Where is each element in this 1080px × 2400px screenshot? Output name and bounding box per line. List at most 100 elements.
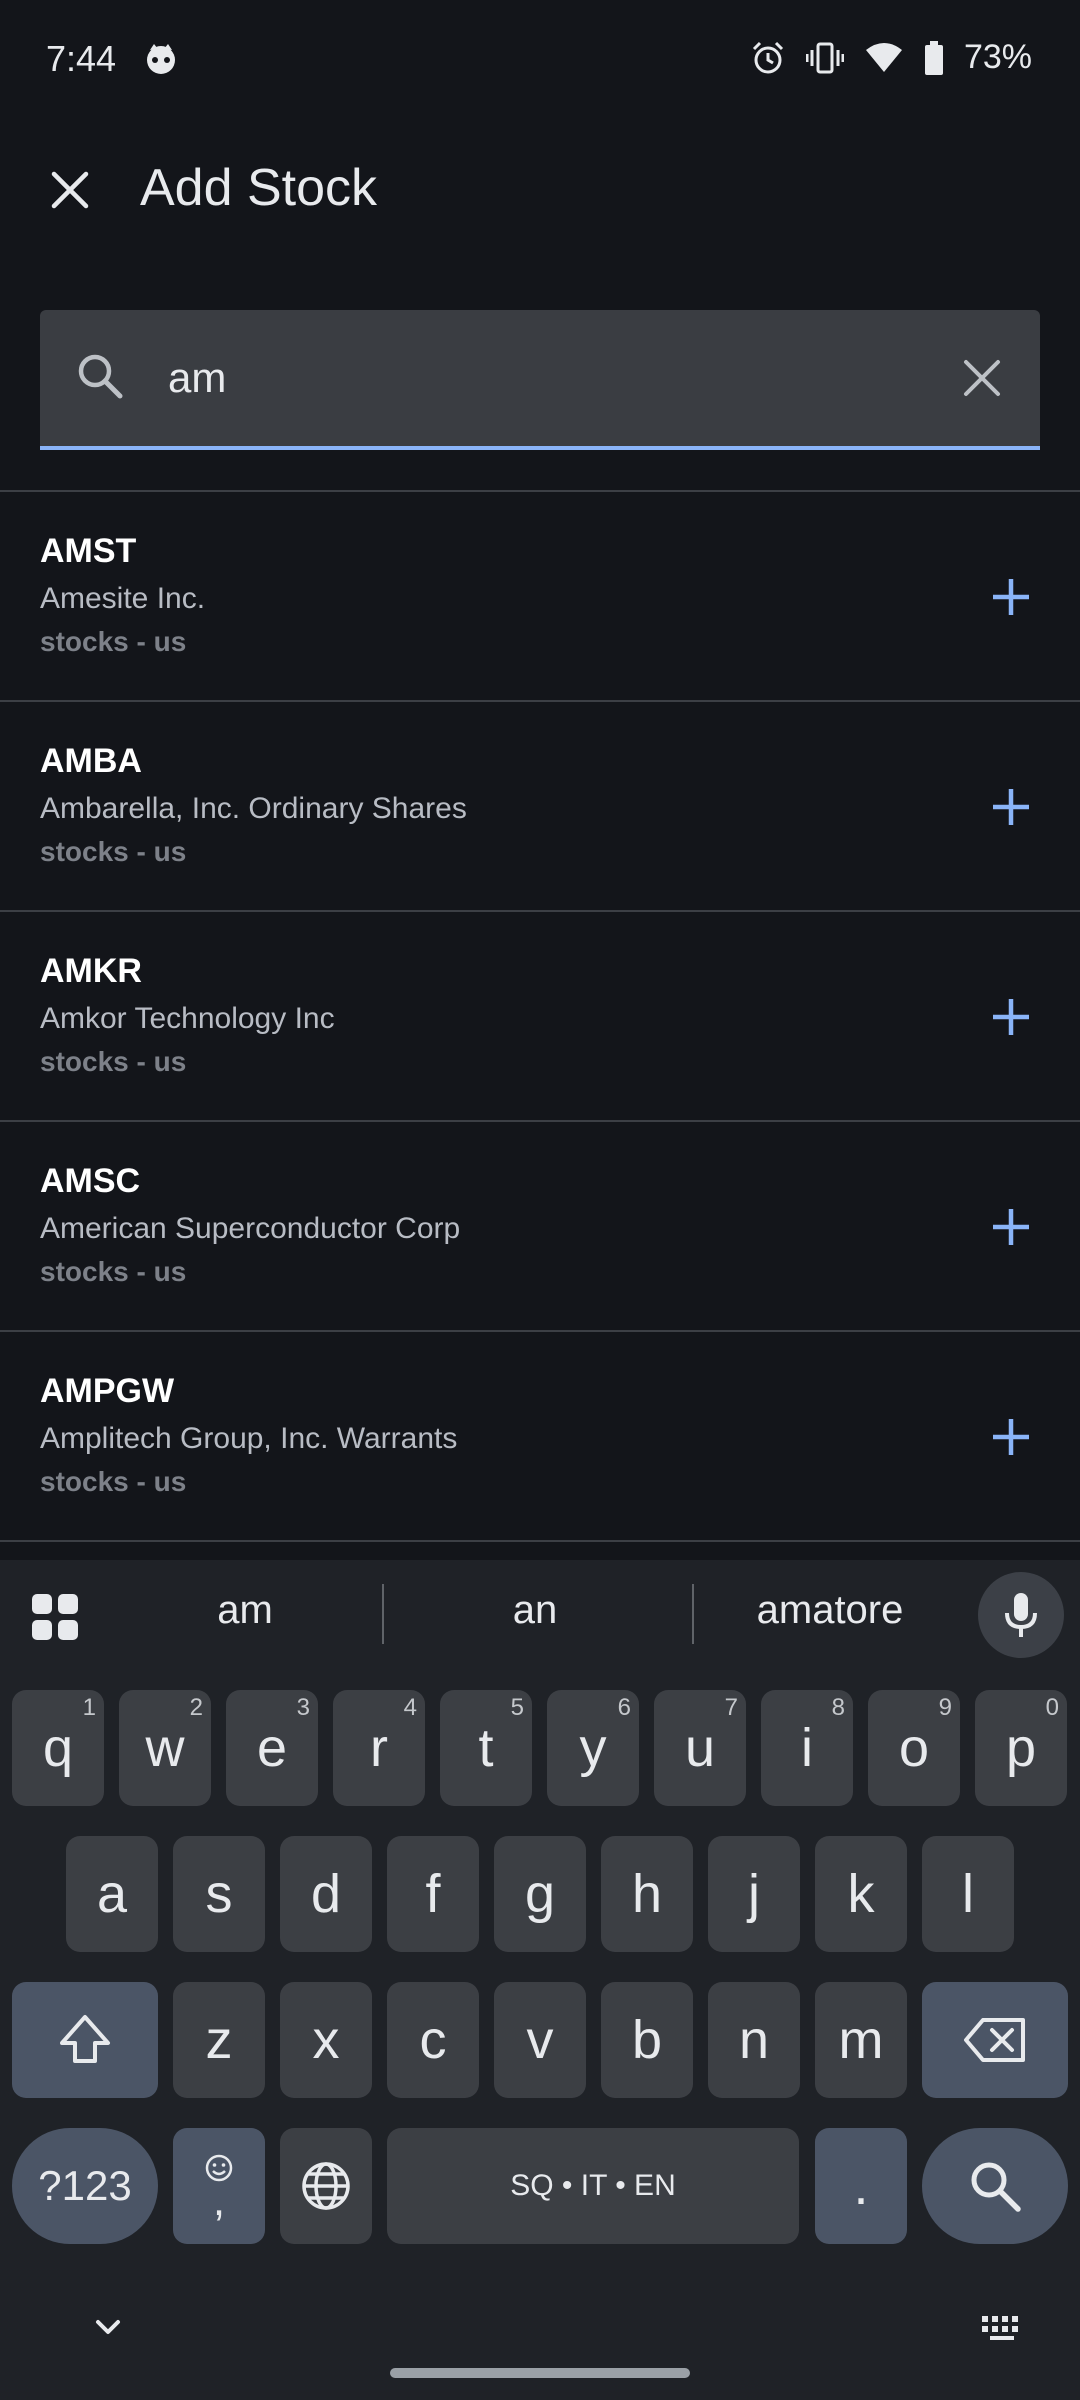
divider — [692, 1584, 694, 1644]
home-indicator[interactable] — [390, 2368, 690, 2378]
add-stock-button[interactable] — [978, 564, 1044, 630]
list-item[interactable]: AMST Amesite Inc. stocks - us — [0, 492, 1080, 702]
market-label: stocks - us — [40, 1046, 187, 1077]
ticker-symbol: AMSC — [40, 1162, 141, 1200]
list-item[interactable]: AMPGW Amplitech Group, Inc. Warrants sto… — [0, 1332, 1080, 1542]
key-n[interactable]: n — [708, 1982, 800, 2098]
company-name: Amplitech Group, Inc. Warrants — [40, 1422, 458, 1455]
company-name: American Superconductor Corp — [40, 1212, 461, 1245]
key-s[interactable]: s — [173, 1836, 265, 1952]
key-v[interactable]: v — [494, 1982, 586, 2098]
shift-key[interactable] — [12, 1982, 158, 2098]
keyboard-apps-icon[interactable] — [30, 1592, 80, 1647]
keyboard-nav-bar — [0, 2300, 1080, 2400]
add-stock-button[interactable] — [978, 774, 1044, 840]
status-time: 7:44 — [46, 38, 117, 79]
screen: 7:44 73% Add Stock am AMST Amesite Inc. … — [0, 0, 1080, 2400]
key-w[interactable]: w2 — [119, 1690, 211, 1806]
notification-cat-icon — [144, 42, 178, 76]
key-f[interactable]: f — [387, 1836, 479, 1952]
suggestion-3[interactable]: amatore — [720, 1588, 940, 1633]
key-r[interactable]: r4 — [333, 1690, 425, 1806]
key-a[interactable]: a — [66, 1836, 158, 1952]
globe-icon — [302, 2162, 350, 2210]
close-icon — [51, 171, 89, 209]
plus-icon — [993, 999, 1029, 1035]
market-label: stocks - us — [40, 836, 187, 867]
key-z[interactable]: z — [173, 1982, 265, 2098]
ticker-symbol: AMBA — [40, 742, 142, 780]
backspace-icon — [964, 2018, 1025, 2062]
key-e[interactable]: e3 — [226, 1690, 318, 1806]
key-c[interactable]: c — [387, 1982, 479, 2098]
market-label: stocks - us — [40, 1466, 187, 1497]
space-key[interactable]: SQ • IT • EN — [387, 2128, 799, 2244]
suggestion-2[interactable]: an — [440, 1588, 630, 1633]
key-x[interactable]: x — [280, 1982, 372, 2098]
period-key[interactable]: . — [815, 2128, 907, 2244]
key-j[interactable]: j — [708, 1836, 800, 1952]
key-p[interactable]: p0 — [975, 1690, 1067, 1806]
key-q[interactable]: q1 — [12, 1690, 104, 1806]
company-name: Amesite Inc. — [40, 582, 206, 615]
company-name: Amkor Technology Inc — [40, 1002, 335, 1035]
switch-keyboard-button[interactable] — [980, 2308, 1024, 2353]
vibrate-icon — [805, 40, 844, 76]
voice-input-button[interactable] — [978, 1572, 1064, 1658]
ticker-symbol: AMPGW — [40, 1372, 175, 1410]
status-bar: 7:44 73% — [0, 0, 1080, 120]
key-l[interactable]: l — [922, 1836, 1014, 1952]
key-t[interactable]: t5 — [440, 1690, 532, 1806]
key-h[interactable]: h — [601, 1836, 693, 1952]
page-title: Add Stock — [140, 159, 378, 217]
key-y[interactable]: y6 — [547, 1690, 639, 1806]
add-stock-button[interactable] — [978, 1194, 1044, 1260]
list-item[interactable]: AMKR Amkor Technology Inc stocks - us — [0, 912, 1080, 1122]
status-icons: 73% — [750, 38, 1032, 77]
emoji-comma-key[interactable]: , — [173, 2128, 265, 2244]
battery-icon — [924, 40, 944, 76]
key-m[interactable]: m — [815, 1982, 907, 2098]
list-item[interactable]: AMSC American Superconductor Corp stocks… — [0, 1122, 1080, 1332]
language-key[interactable] — [280, 2128, 372, 2244]
suggestion-1[interactable]: am — [150, 1588, 340, 1633]
plus-icon — [993, 1209, 1029, 1245]
add-stock-button[interactable] — [978, 1404, 1044, 1470]
key-b[interactable]: b — [601, 1982, 693, 2098]
list-item[interactable]: AMBA Ambarella, Inc. Ordinary Shares sto… — [0, 702, 1080, 912]
alarm-icon — [750, 40, 786, 76]
microphone-icon — [1005, 1593, 1037, 1637]
wifi-icon — [864, 40, 904, 76]
market-label: stocks - us — [40, 626, 187, 657]
results-list: AMST Amesite Inc. stocks - us AMBA Ambar… — [0, 492, 1080, 1542]
ticker-symbol: AMKR — [40, 952, 142, 990]
plus-icon — [993, 1419, 1029, 1455]
suggestion-bar: am an amatore — [0, 1560, 1080, 1670]
battery-percent: 73% — [963, 38, 1032, 76]
key-u[interactable]: u7 — [654, 1690, 746, 1806]
shift-icon — [60, 2015, 110, 2063]
key-g[interactable]: g — [494, 1836, 586, 1952]
key-o[interactable]: o9 — [868, 1690, 960, 1806]
divider — [382, 1584, 384, 1644]
backspace-key[interactable] — [922, 1982, 1068, 2098]
symbols-key[interactable]: ?123 — [12, 2128, 158, 2244]
search-icon — [971, 2162, 1021, 2212]
company-name: Ambarella, Inc. Ordinary Shares — [40, 792, 467, 825]
search-action-key[interactable] — [922, 2128, 1068, 2244]
hide-keyboard-button[interactable] — [88, 2308, 128, 2353]
key-d[interactable]: d — [280, 1836, 372, 1952]
chevron-down-icon — [96, 2320, 120, 2334]
search-input[interactable] — [168, 348, 928, 408]
app-bar: Add Stock — [0, 140, 1080, 240]
add-stock-button[interactable] — [978, 984, 1044, 1050]
plus-icon — [993, 579, 1029, 615]
clear-search-button[interactable] — [954, 350, 1010, 406]
market-label: stocks - us — [40, 1256, 187, 1287]
search-field[interactable] — [40, 310, 1040, 450]
key-i[interactable]: i8 — [761, 1690, 853, 1806]
keyboard-icon — [982, 2316, 1018, 2340]
on-screen-keyboard: am an amatore q1 w2 e3 r4 t5 y6 u7 i8 o9… — [0, 1560, 1080, 2400]
close-button[interactable] — [30, 150, 110, 230]
key-k[interactable]: k — [815, 1836, 907, 1952]
